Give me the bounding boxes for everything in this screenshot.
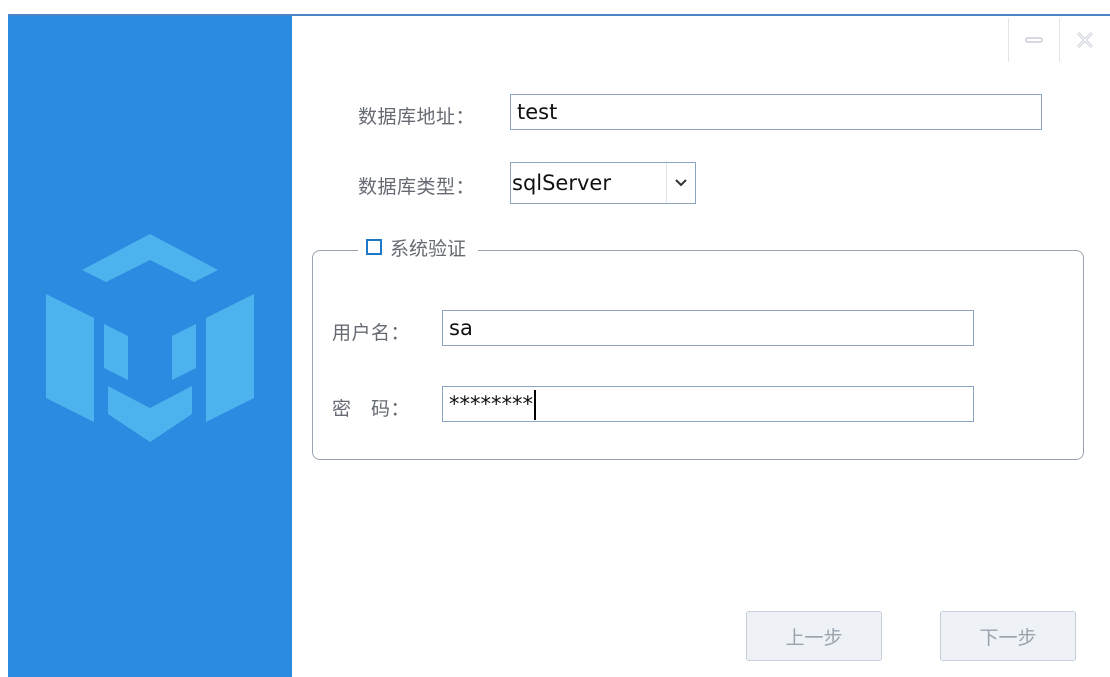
setup-window: 数据库地址： test 数据库类型： sqlServer 用户名： sa 密 码… bbox=[0, 0, 1110, 677]
db-type-select[interactable]: sqlServer bbox=[510, 162, 696, 204]
system-auth-checkbox-row[interactable]: 系统验证 bbox=[358, 232, 479, 262]
minimize-icon bbox=[1025, 37, 1043, 43]
db-type-value: sqlServer bbox=[512, 171, 611, 195]
auth-groupbox bbox=[312, 250, 1084, 460]
password-label: 密 码： bbox=[332, 398, 411, 420]
sidebar bbox=[8, 16, 292, 677]
username-input[interactable]: sa bbox=[442, 310, 974, 346]
cube-m-logo-icon bbox=[46, 234, 254, 442]
password-input[interactable]: ******** bbox=[442, 386, 974, 422]
window-controls bbox=[1008, 16, 1110, 64]
text-caret bbox=[534, 390, 536, 420]
username-label: 用户名： bbox=[332, 322, 411, 344]
content-panel: 数据库地址： test 数据库类型： sqlServer 用户名： sa 密 码… bbox=[292, 16, 1110, 677]
password-value: ******** bbox=[449, 392, 533, 416]
db-type-label: 数据库类型： bbox=[358, 176, 476, 198]
db-address-input[interactable]: test bbox=[510, 94, 1042, 130]
prev-step-button[interactable]: 上一步 bbox=[746, 611, 882, 661]
db-address-label: 数据库地址： bbox=[358, 106, 476, 128]
system-auth-checkbox[interactable] bbox=[366, 239, 382, 255]
next-step-button[interactable]: 下一步 bbox=[940, 611, 1076, 661]
chevron-down-icon[interactable] bbox=[666, 163, 695, 203]
close-button[interactable] bbox=[1060, 18, 1110, 62]
minimize-button[interactable] bbox=[1009, 18, 1059, 62]
system-auth-label: 系统验证 bbox=[390, 237, 467, 260]
close-icon bbox=[1076, 31, 1094, 49]
